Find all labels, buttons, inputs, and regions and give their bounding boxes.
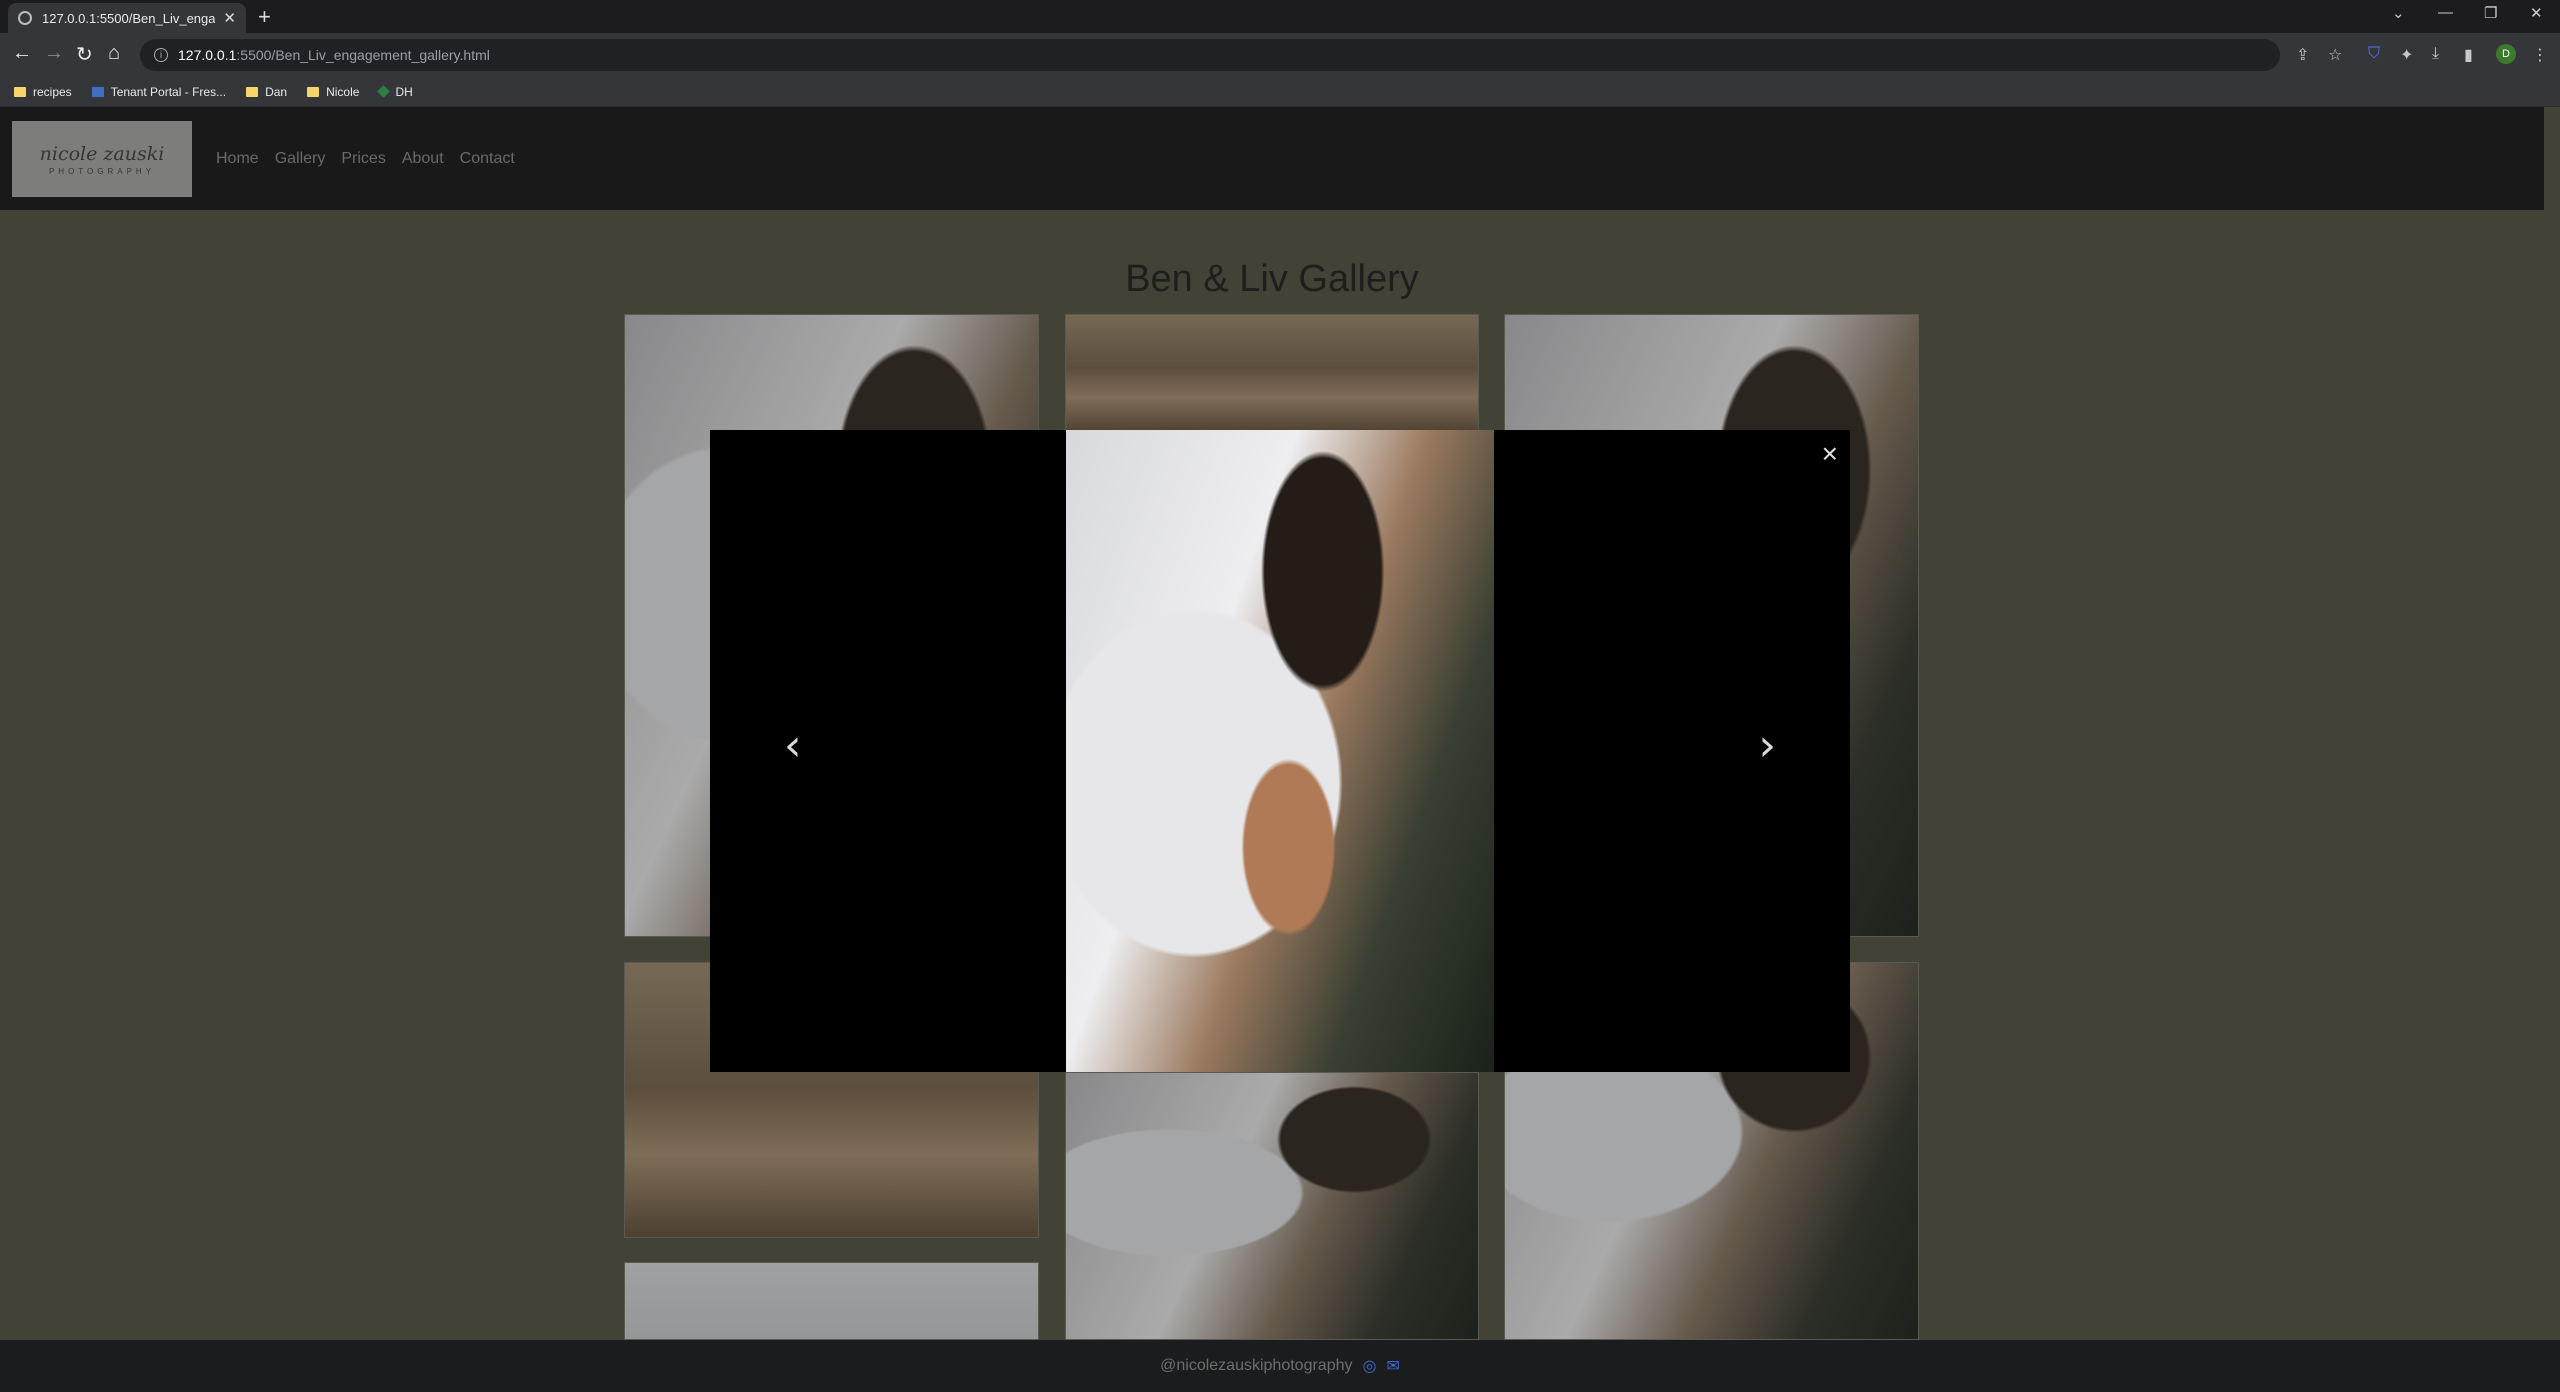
- reload-icon[interactable]: ↻: [76, 42, 93, 67]
- portal-icon: [91, 86, 104, 97]
- bookmark-dh[interactable]: DH: [377, 85, 413, 99]
- bookmark-recipes[interactable]: recipes: [14, 85, 72, 99]
- browser-tab[interactable]: 127.0.0.1:5500/Ben_Liv_engagem ✕: [8, 3, 246, 33]
- bookmark-star-icon[interactable]: ☆: [2328, 45, 2342, 65]
- bookmarks-bar: recipes Tenant Portal - Fres... Dan Nico…: [0, 77, 2560, 107]
- extensions-puzzle-icon[interactable]: ✦: [2400, 45, 2413, 65]
- chevron-left-icon[interactable]: ‹: [784, 720, 802, 771]
- forward-icon[interactable]: →: [44, 42, 64, 65]
- tab-title: 127.0.0.1:5500/Ben_Liv_engagem: [42, 10, 216, 26]
- menu-dots-icon[interactable]: ⋮: [2532, 45, 2548, 65]
- minimize-icon[interactable]: —: [2438, 4, 2453, 21]
- url-host: 127.0.0.1: [178, 47, 237, 63]
- share-icon[interactable]: ⇪: [2296, 45, 2309, 65]
- side-panel-icon[interactable]: ▮: [2464, 45, 2473, 65]
- tab-search-icon[interactable]: ⌄: [2392, 4, 2405, 22]
- dh-icon: [377, 85, 391, 98]
- home-icon[interactable]: ⌂: [108, 42, 120, 65]
- address-bar[interactable]: i 127.0.0.1:5500/Ben_Liv_engagement_gall…: [140, 39, 2280, 71]
- email-icon[interactable]: ✉: [1386, 1356, 1399, 1376]
- folder-icon: [14, 86, 26, 97]
- browser-toolbar: ← → ↻ ⌂ i 127.0.0.1:5500/Ben_Liv_engagem…: [0, 33, 2560, 77]
- bookmark-tenant-portal[interactable]: Tenant Portal - Fres...: [91, 85, 226, 99]
- window-close-icon[interactable]: ✕: [2530, 4, 2543, 22]
- lightbox-modal: × ‹ ›: [710, 430, 1850, 1072]
- back-icon[interactable]: ←: [12, 42, 32, 65]
- folder-icon: [307, 86, 320, 97]
- folder-icon: [246, 86, 259, 97]
- close-icon[interactable]: ×: [1822, 440, 1838, 468]
- url-path: :5500/Ben_Liv_engagement_gallery.html: [236, 47, 490, 63]
- profile-avatar[interactable]: D: [2496, 44, 2516, 64]
- chevron-right-icon[interactable]: ›: [1758, 720, 1776, 771]
- shield-extension-icon[interactable]: ⛉: [2368, 45, 2380, 63]
- new-tab-icon[interactable]: +: [258, 4, 271, 30]
- close-tab-icon[interactable]: ✕: [223, 9, 236, 27]
- bookmark-nicole[interactable]: Nicole: [307, 85, 359, 99]
- restore-icon[interactable]: ❐: [2484, 4, 2497, 22]
- download-icon[interactable]: ⤓: [2432, 45, 2439, 63]
- instagram-icon[interactable]: ◎: [1362, 1356, 1376, 1376]
- bookmark-dan[interactable]: Dan: [246, 85, 287, 99]
- site-info-icon[interactable]: i: [154, 48, 168, 62]
- site-footer: @nicolezauskiphotography ◎ ✉: [0, 1340, 2560, 1392]
- globe-icon: [18, 11, 32, 25]
- browser-tab-strip: 127.0.0.1:5500/Ben_Liv_engagem ✕ + ⌄ — ❐…: [0, 0, 2560, 33]
- lightbox-photo: [1066, 430, 1494, 1072]
- footer-handle: @nicolezauskiphotography: [1160, 1357, 1353, 1374]
